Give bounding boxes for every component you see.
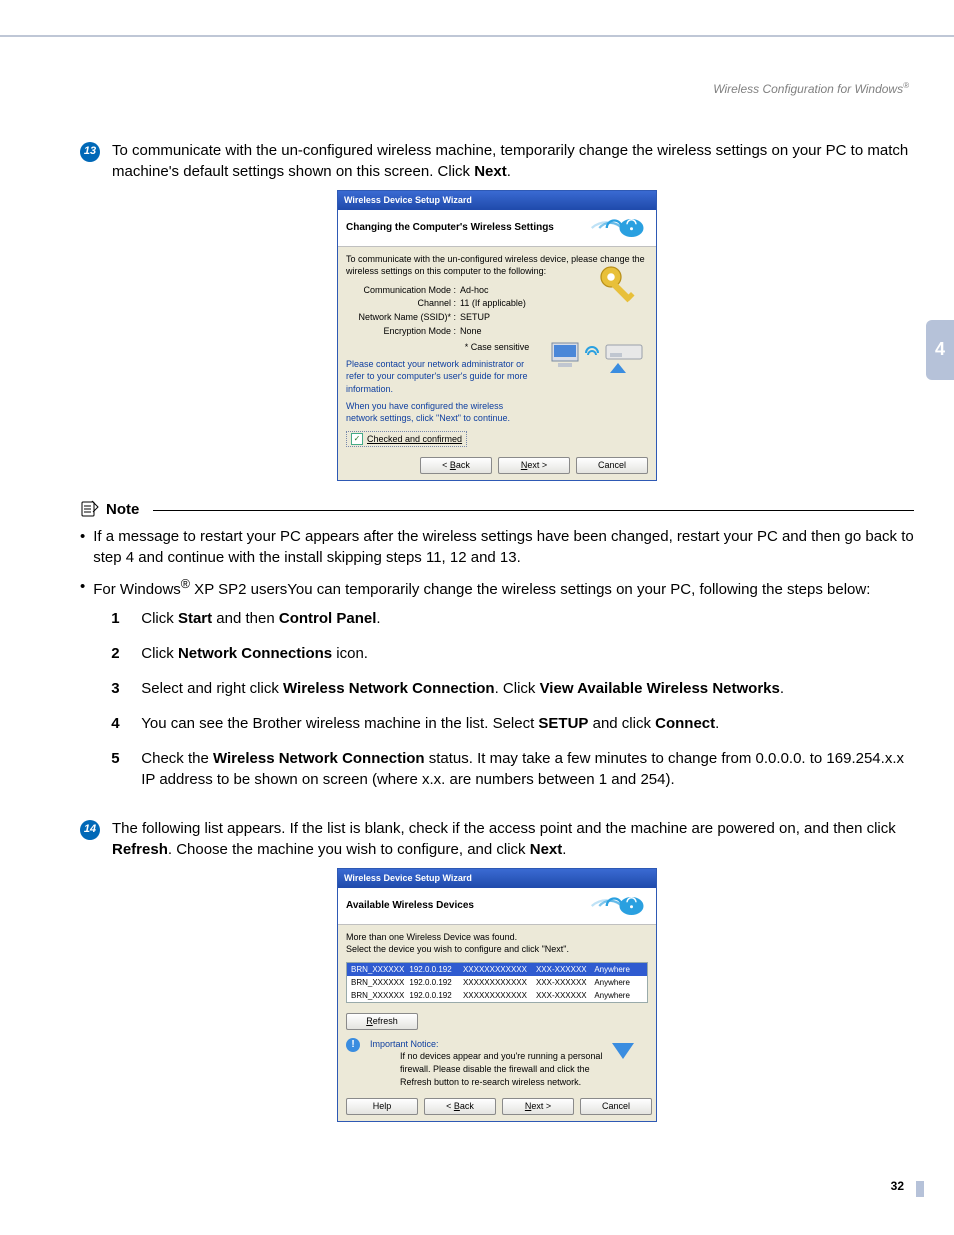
step-13-text: To communicate with the un-configured wi… [112, 140, 914, 182]
wifi-logo-icon [588, 894, 648, 918]
checked-confirmed-checkbox[interactable]: ✓ Checked and confirmed [346, 431, 467, 448]
cancel-button[interactable]: Cancel [576, 457, 648, 474]
info-icon: ! [346, 1038, 360, 1052]
chapter-tab: 4 [926, 320, 954, 380]
dialog1-heading: Changing the Computer's Wireless Setting… [346, 221, 554, 235]
cancel-button[interactable]: Cancel [580, 1098, 652, 1115]
dialog2-titlebar: Wireless Device Setup Wizard [338, 869, 656, 888]
note-section: Note • If a message to restart your PC a… [80, 499, 914, 804]
dialog-available-devices: Wireless Device Setup Wizard Available W… [337, 868, 657, 1122]
table-row[interactable]: BRN_XXXXXX192.0.0.192XXXXXXXXXXXXXXX-XXX… [347, 963, 647, 976]
note-item-2: • For Windows® XP SP2 usersYou can tempo… [80, 576, 914, 804]
step-badge-14: 14 [80, 820, 100, 840]
step-badge-13: 13 [80, 142, 100, 162]
step-14-text: The following list appears. If the list … [112, 818, 914, 860]
refresh-button[interactable]: Refresh [346, 1013, 418, 1030]
next-button[interactable]: Next > [502, 1098, 574, 1115]
device-table[interactable]: BRN_XXXXXX192.0.0.192XXXXXXXXXXXXXXX-XXX… [346, 962, 648, 1004]
table-row[interactable]: BRN_XXXXXX192.0.0.192XXXXXXXXXXXXXXX-XXX… [347, 976, 647, 989]
step-14: 14 The following list appears. If the li… [80, 818, 914, 860]
step-13: 13 To communicate with the un-configured… [80, 140, 914, 182]
back-button[interactable]: < Back [420, 457, 492, 474]
substep-5: 5 Check the Wireless Network Connection … [111, 748, 914, 790]
page-number: 32 [891, 1178, 904, 1195]
page-header: Wireless Configuration for Windows® [713, 80, 909, 98]
substep-3: 3 Select and right click Wireless Networ… [111, 678, 914, 699]
dialog-changing-wireless: Wireless Device Setup Wizard Changing th… [337, 190, 657, 481]
dialog1-titlebar: Wireless Device Setup Wizard [338, 191, 656, 210]
registered-mark: ® [903, 81, 909, 90]
wifi-logo-icon [588, 216, 648, 240]
dialog2-heading: Available Wireless Devices [346, 899, 474, 913]
substep-2: 2 Click Network Connections icon. [111, 643, 914, 664]
table-row[interactable]: BRN_XXXXXX192.0.0.192XXXXXXXXXXXXXXX-XXX… [347, 989, 647, 1002]
note-title: Note [106, 499, 139, 520]
page-number-bar [916, 1181, 924, 1197]
key-icon [596, 262, 646, 312]
note-item-1: • If a message to restart your PC appear… [80, 526, 914, 568]
checkbox-icon: ✓ [351, 433, 363, 445]
next-button[interactable]: Next > [498, 457, 570, 474]
connection-graphic [548, 335, 648, 375]
arrow-graphic [608, 1025, 638, 1065]
top-rule [0, 35, 954, 37]
help-button[interactable]: Help [346, 1098, 418, 1115]
header-text: Wireless Configuration for Windows [713, 82, 903, 96]
substep-4: 4 You can see the Brother wireless machi… [111, 713, 914, 734]
back-button[interactable]: < Back [424, 1098, 496, 1115]
substep-1: 1 Click Start and then Control Panel. [111, 608, 914, 629]
note-icon [80, 499, 100, 519]
